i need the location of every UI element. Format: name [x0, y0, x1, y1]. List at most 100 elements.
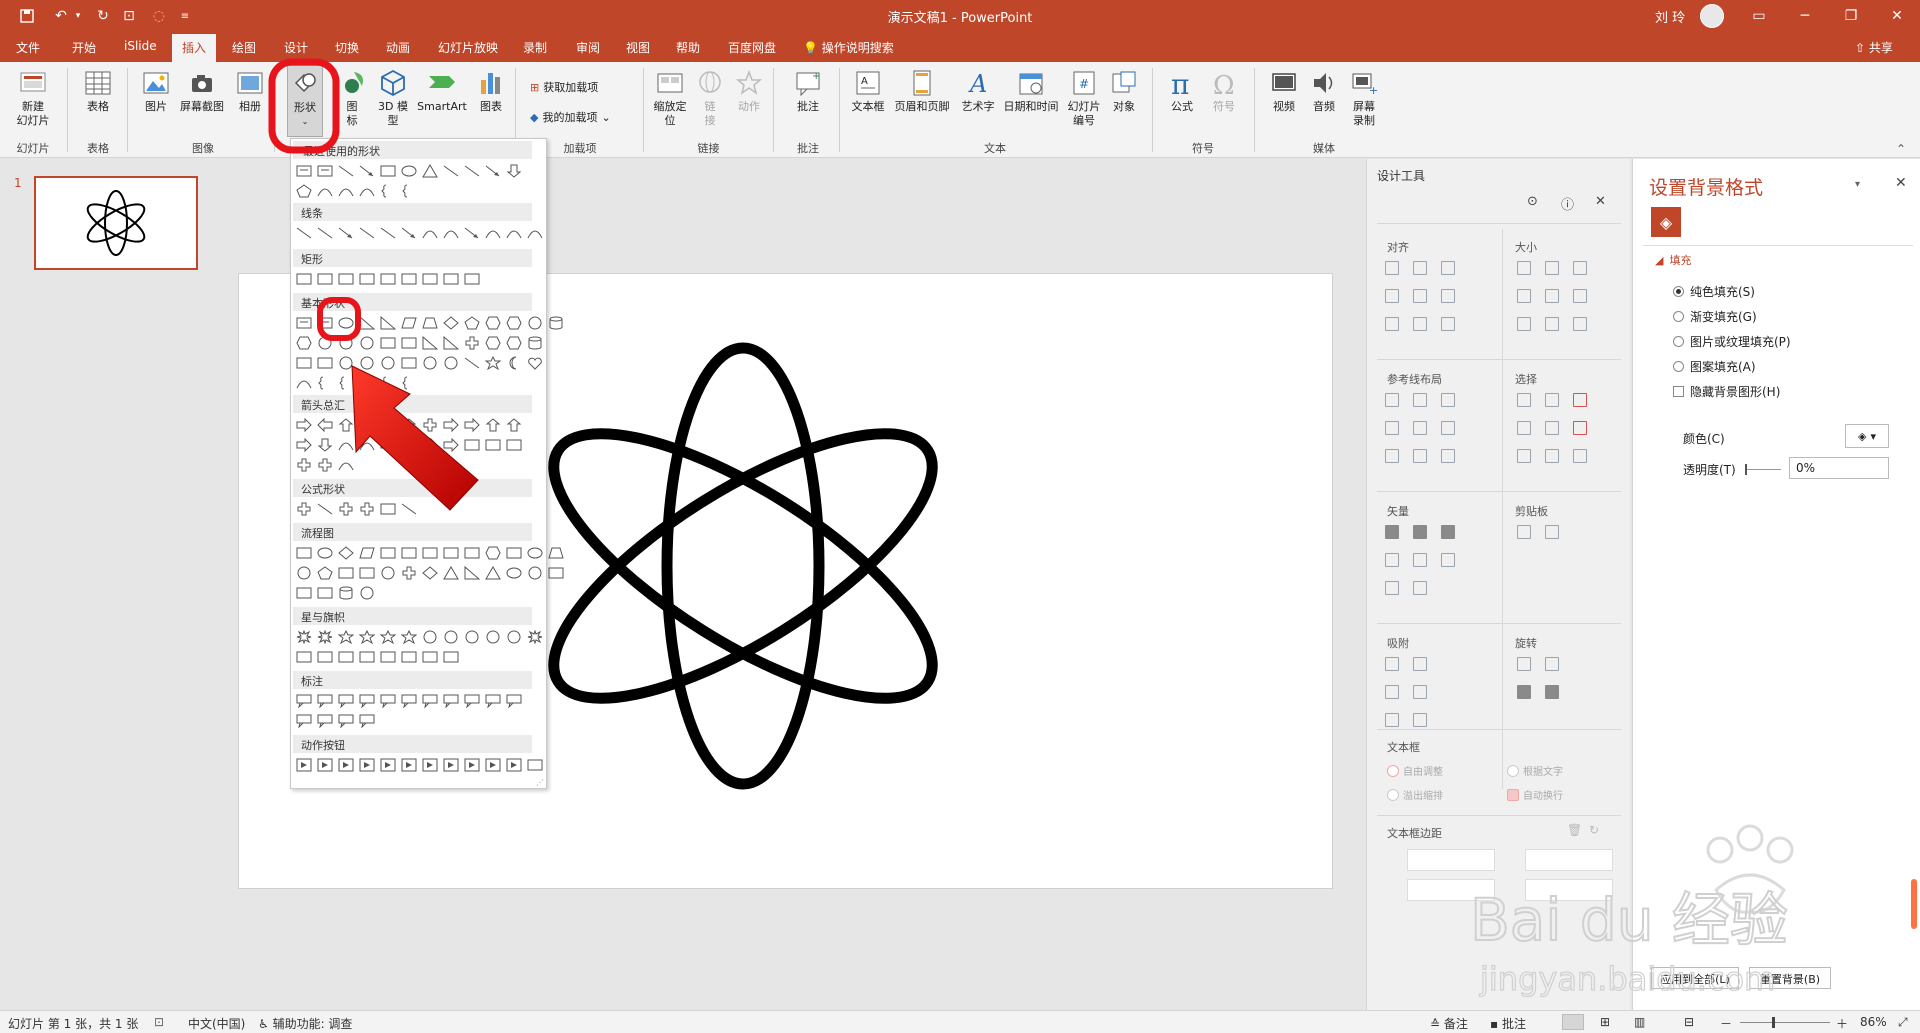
- option-hide-background[interactable]: 隐藏背景图形(H): [1673, 383, 1780, 400]
- size-icon[interactable]: [1517, 261, 1531, 275]
- align-icon[interactable]: [1441, 289, 1455, 303]
- rotate-icon[interactable]: [1517, 685, 1531, 699]
- guide-icon[interactable]: [1441, 421, 1455, 435]
- shape-btn-icon[interactable]: [420, 757, 440, 773]
- avatar[interactable]: [1700, 4, 1724, 28]
- color-picker[interactable]: ◈ ▾: [1845, 424, 1889, 448]
- shape-rect-icon[interactable]: [315, 585, 335, 601]
- shape-burst-icon[interactable]: [294, 629, 314, 645]
- shape-rect-icon[interactable]: [399, 335, 419, 351]
- reset-background-button[interactable]: 重置背景(B): [1749, 967, 1831, 989]
- shape-circ-icon[interactable]: [462, 629, 482, 645]
- tab-home[interactable]: 开始: [72, 39, 96, 56]
- vector-icon[interactable]: [1385, 581, 1399, 595]
- shape-circ-icon[interactable]: [483, 629, 503, 645]
- shape-hex-icon[interactable]: [504, 335, 524, 351]
- shape-rect-icon[interactable]: [336, 649, 356, 665]
- shape-tri-icon[interactable]: [483, 565, 503, 581]
- shape-btn-icon[interactable]: [462, 757, 482, 773]
- vector-icon[interactable]: [1385, 553, 1399, 567]
- vector-icon[interactable]: [1441, 553, 1455, 567]
- shape-arrow-icon[interactable]: [336, 225, 356, 241]
- shape-rect-icon[interactable]: [441, 545, 461, 561]
- select-icon[interactable]: [1545, 421, 1559, 435]
- atom-orbit-vertical[interactable]: [661, 342, 825, 790]
- fill-section-header[interactable]: ◢ 填充: [1655, 252, 1691, 268]
- close-icon[interactable]: ✕: [1874, 4, 1920, 28]
- action-button[interactable]: 动作: [731, 68, 767, 114]
- zoom-out-icon[interactable]: －: [1720, 1015, 1732, 1032]
- clipboard-icon[interactable]: [1545, 525, 1559, 539]
- tab-review[interactable]: 审阅: [576, 39, 600, 56]
- video-button[interactable]: 视频: [1266, 68, 1302, 114]
- rotate-icon[interactable]: [1517, 657, 1531, 671]
- shape-dia-icon[interactable]: [420, 565, 440, 581]
- size-icon[interactable]: [1545, 261, 1559, 275]
- chart-button[interactable]: 图表: [474, 68, 508, 114]
- date-time-button[interactable]: 日期和时间: [1000, 68, 1062, 114]
- tab-help[interactable]: 帮助: [676, 39, 700, 56]
- shape-rect-icon[interactable]: [546, 565, 566, 581]
- normal-view-icon[interactable]: [1562, 1014, 1584, 1030]
- tab-design[interactable]: 设计: [284, 39, 308, 56]
- shape-cyl-icon[interactable]: [525, 335, 545, 351]
- size-icon[interactable]: [1517, 317, 1531, 331]
- guide-icon[interactable]: [1385, 421, 1399, 435]
- zoom-in-icon[interactable]: ＋: [1836, 1015, 1848, 1032]
- vector-icon[interactable]: [1413, 581, 1427, 595]
- tab-transitions[interactable]: 切换: [335, 39, 359, 56]
- align-icon[interactable]: [1441, 261, 1455, 275]
- shape-circ-icon[interactable]: [378, 565, 398, 581]
- shape-burst-icon[interactable]: [525, 629, 545, 645]
- align-icon[interactable]: [1441, 317, 1455, 331]
- shape-tb-icon[interactable]: [294, 315, 314, 331]
- shape-para-icon[interactable]: [399, 315, 419, 331]
- select-icon[interactable]: [1573, 393, 1587, 407]
- shape-curve-icon[interactable]: [525, 225, 545, 241]
- margin-right-input[interactable]: [1525, 849, 1613, 871]
- shape-btn-icon[interactable]: [399, 757, 419, 773]
- shape-call-icon[interactable]: [336, 693, 356, 709]
- shape-dia-icon[interactable]: [336, 545, 356, 561]
- ribbon-display-icon[interactable]: ▭: [1736, 4, 1782, 28]
- shape-darr-icon[interactable]: [315, 437, 335, 453]
- shape-rect-icon[interactable]: [399, 271, 419, 287]
- equation-button[interactable]: π 公式: [1164, 68, 1200, 114]
- shape-rect-icon[interactable]: [504, 545, 524, 561]
- shape-circ-icon[interactable]: [357, 585, 377, 601]
- shape-trap-icon[interactable]: [420, 315, 440, 331]
- picture-button[interactable]: 图片: [138, 68, 174, 114]
- slide-number-button[interactable]: # 幻灯片 编号: [1064, 68, 1104, 128]
- zoom-slider[interactable]: [1740, 1022, 1830, 1023]
- shape-btn-icon[interactable]: [504, 757, 524, 773]
- shape-heart-icon[interactable]: [525, 355, 545, 371]
- slideshow-view-icon[interactable]: ⊟: [1684, 1015, 1694, 1029]
- smartart-button[interactable]: SmartArt: [414, 68, 470, 114]
- share-button[interactable]: ⇧ 共享: [1855, 39, 1893, 56]
- shape-brace-icon[interactable]: [378, 183, 398, 199]
- shape-rect-icon[interactable]: [294, 355, 314, 371]
- shape-curve-icon[interactable]: [336, 183, 356, 199]
- shape-call-icon[interactable]: [315, 693, 335, 709]
- shape-call-icon[interactable]: [420, 693, 440, 709]
- shape-circ-icon[interactable]: [525, 315, 545, 331]
- shape-btn-icon[interactable]: [441, 757, 461, 773]
- shape-line-icon[interactable]: [315, 225, 335, 241]
- shape-rect-icon[interactable]: [294, 649, 314, 665]
- shape-rect-icon[interactable]: [441, 649, 461, 665]
- vector-icon[interactable]: [1385, 525, 1399, 539]
- shape-plus-icon[interactable]: [294, 501, 314, 517]
- table-button[interactable]: 表格: [78, 68, 118, 114]
- rotate-icon[interactable]: [1545, 657, 1559, 671]
- shape-oval-icon[interactable]: [504, 565, 524, 581]
- shape-rect-icon[interactable]: [399, 545, 419, 561]
- shape-rect-icon[interactable]: [336, 271, 356, 287]
- trash-icon[interactable]: 🗑: [1567, 823, 1582, 837]
- shape-line-icon[interactable]: [294, 225, 314, 241]
- shape-rect-icon[interactable]: [294, 585, 314, 601]
- resize-grip-icon[interactable]: ⋰: [536, 778, 544, 787]
- slide-sorter-icon[interactable]: ⊞: [1600, 1015, 1610, 1029]
- shape-call-icon[interactable]: [315, 713, 335, 729]
- transparency-slider[interactable]: [1745, 469, 1781, 470]
- close-icon[interactable]: ✕: [1595, 194, 1606, 209]
